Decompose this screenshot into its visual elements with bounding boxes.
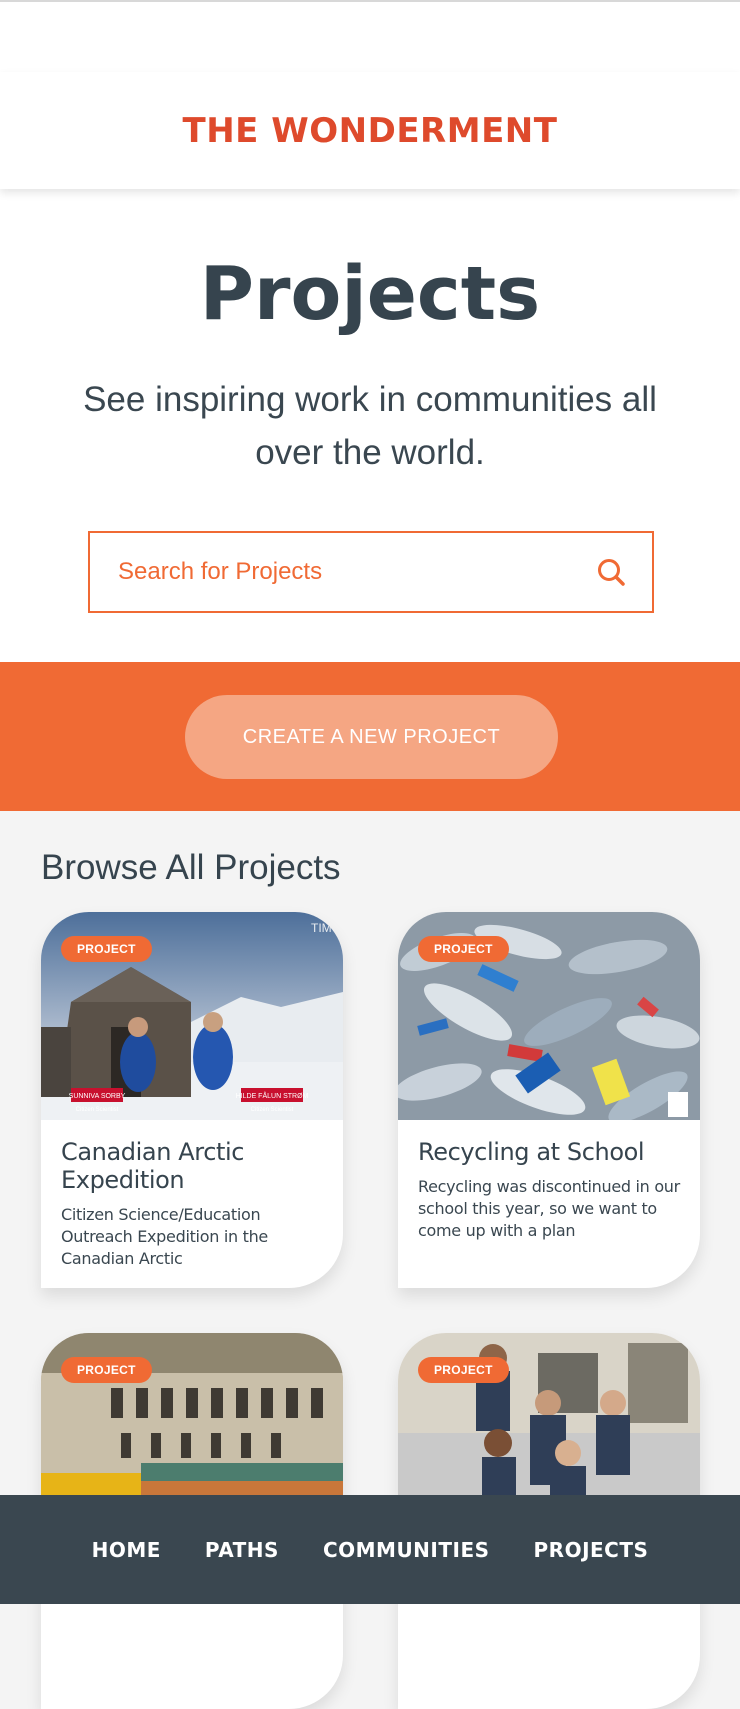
bottom-nav: HOME PATHS COMMUNITIES PROJECTS bbox=[0, 1495, 740, 1604]
project-card[interactable]: PROJECT Recycling at School Recycling wa… bbox=[398, 912, 700, 1288]
project-card[interactable]: SUNNIVA SORBY Citizen Scientist HILDE FÅ… bbox=[41, 912, 343, 1288]
page-title: Projects bbox=[199, 251, 541, 337]
project-badge: PROJECT bbox=[61, 936, 152, 962]
photo-corner-text: TIM bbox=[311, 921, 332, 935]
project-image: PROJECT bbox=[398, 912, 700, 1120]
project-badge: PROJECT bbox=[61, 1357, 152, 1383]
card-title[interactable]: Canadian Arctic Expedition bbox=[61, 1138, 323, 1194]
hero-section: Projects See inspiring work in communiti… bbox=[0, 189, 740, 662]
project-image: SUNNIVA SORBY Citizen Scientist HILDE FÅ… bbox=[41, 912, 343, 1120]
project-badge: PROJECT bbox=[418, 1357, 509, 1383]
nav-paths[interactable]: PATHS bbox=[205, 1538, 279, 1562]
browse-title: Browse All Projects bbox=[41, 848, 341, 887]
photo-caption-role-1: Citizen Scientist bbox=[76, 1107, 119, 1113]
photo-caption-name-2: HILDE FÅLUN STRØM bbox=[236, 1091, 309, 1100]
project-badge: PROJECT bbox=[418, 936, 509, 962]
create-project-button[interactable]: CREATE A NEW PROJECT bbox=[185, 695, 558, 779]
brand-logo[interactable]: THE WONDERMENT bbox=[183, 111, 558, 151]
search-icon[interactable] bbox=[596, 557, 626, 587]
page-subtitle: See inspiring work in communities all ov… bbox=[83, 380, 657, 472]
nav-communities[interactable]: COMMUNITIES bbox=[323, 1538, 490, 1562]
card-title[interactable]: Recycling at School bbox=[418, 1138, 680, 1166]
card-description: Citizen Science/Education Outreach Exped… bbox=[61, 1205, 268, 1268]
photo-caption-name-1: SUNNIVA SORBY bbox=[69, 1093, 126, 1100]
site-header: THE WONDERMENT bbox=[0, 72, 740, 189]
top-strip bbox=[0, 0, 740, 72]
nav-home[interactable]: HOME bbox=[92, 1538, 161, 1562]
cta-band: CREATE A NEW PROJECT bbox=[0, 662, 740, 811]
nav-projects[interactable]: PROJECTS bbox=[534, 1538, 649, 1562]
search-box bbox=[88, 531, 654, 613]
search-input[interactable] bbox=[116, 557, 596, 587]
card-description: Recycling was discontinued in our school… bbox=[418, 1177, 680, 1240]
photo-caption-role-2: Citizen Scientist bbox=[251, 1107, 294, 1113]
